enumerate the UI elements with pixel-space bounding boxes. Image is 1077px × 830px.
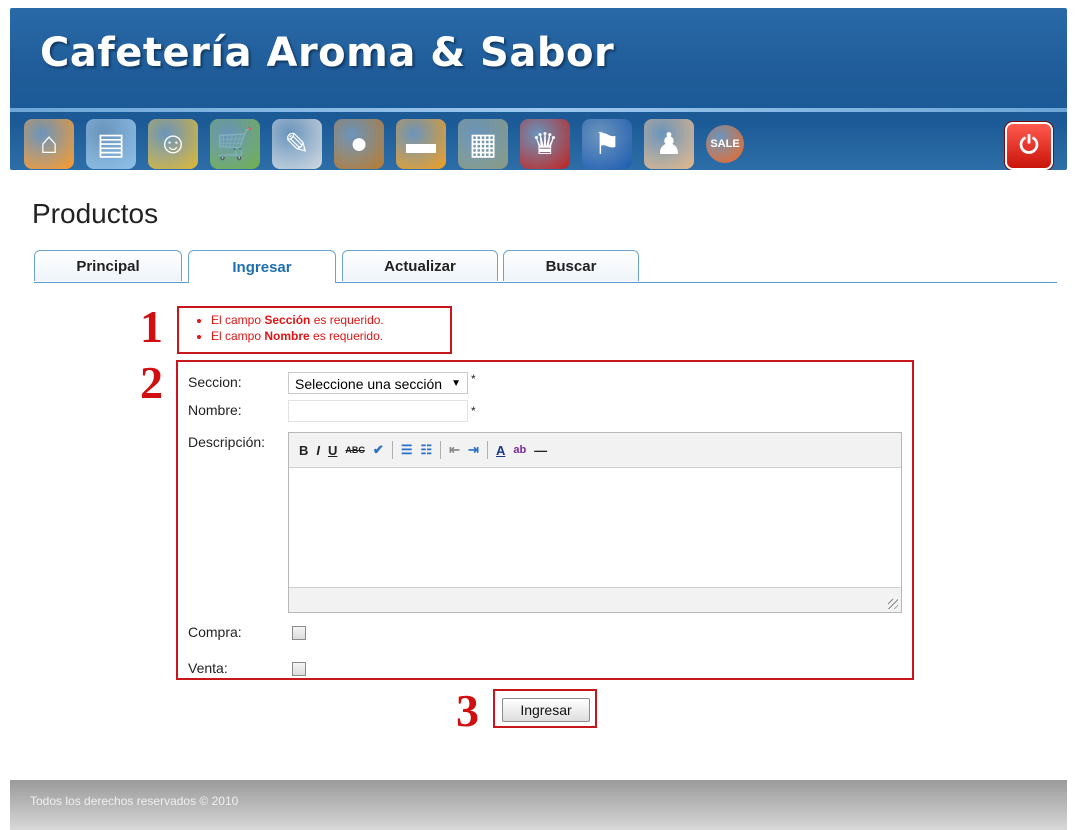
toolbar-separator bbox=[391, 441, 393, 459]
icon-glyph: 🛒 bbox=[216, 127, 254, 161]
people-icon[interactable]: ☺ bbox=[148, 119, 198, 169]
flag-icon[interactable]: ⚑ bbox=[582, 119, 632, 169]
italic-button[interactable]: I bbox=[316, 443, 320, 458]
error-field: Nombre bbox=[264, 329, 310, 343]
cash-register-icon[interactable]: ▤ bbox=[86, 119, 136, 169]
annotation-number-3: 3 bbox=[456, 685, 479, 736]
error-field: Sección bbox=[264, 313, 311, 327]
horizontal-rule-button[interactable]: — bbox=[534, 443, 547, 458]
icon-glyph: ▦ bbox=[468, 127, 498, 161]
site-header: Cafetería Aroma & Sabor ⌂ ▤ ☺ 🛒 ✎ ● ▬ ▦ ♛ ⚑ ♟ SALE … bbox=[10, 8, 1067, 170]
product-form: Seccion: Seleccione una sección ▼ * Nomb… bbox=[176, 360, 914, 680]
tab-principal[interactable]: Principal bbox=[34, 250, 182, 281]
icon-glyph: ⌂ bbox=[39, 127, 59, 160]
rich-text-editor: B I U ABC ✔ ☰ ☷ ⇤ ⇥ A ab — bbox=[288, 432, 902, 613]
error-item: El campo Nombre es requerido. bbox=[211, 328, 450, 344]
icon-glyph: ✎ bbox=[284, 127, 310, 161]
truck-icon[interactable]: ▬ bbox=[396, 119, 446, 169]
editor-toolbar: B I U ABC ✔ ☰ ☷ ⇤ ⇥ A ab — bbox=[289, 433, 901, 468]
editor-statusbar bbox=[289, 587, 901, 612]
strikethrough-button[interactable]: ABC bbox=[345, 445, 365, 455]
shopping-cart-icon[interactable]: 🛒 bbox=[210, 119, 260, 169]
users-icon[interactable]: ♟ bbox=[644, 119, 694, 169]
icon-glyph: ♛ bbox=[531, 127, 559, 161]
main-icon-bar: ⌂ ▤ ☺ 🛒 ✎ ● ▬ ▦ ♛ ⚑ ♟ SALE bbox=[24, 116, 744, 170]
required-marker: * bbox=[471, 372, 476, 386]
venta-label: Venta: bbox=[188, 660, 228, 676]
outdent-icon[interactable]: ⇤ bbox=[449, 442, 460, 458]
ingresar-button[interactable]: Ingresar bbox=[502, 698, 590, 722]
seccion-select[interactable]: Seleccione una sección ▼ bbox=[288, 372, 468, 394]
checklist-icon[interactable]: ✎ bbox=[272, 119, 322, 169]
bulleted-list-icon[interactable]: ☰ bbox=[401, 442, 413, 458]
power-glyph: ⏻ bbox=[1019, 132, 1039, 159]
icon-glyph: ☺ bbox=[157, 127, 189, 160]
annotation-number-1: 1 bbox=[140, 301, 163, 352]
site-footer: Todos los derechos reservados © 2010 bbox=[10, 780, 1067, 830]
spellcheck-icon[interactable]: ✔ bbox=[373, 442, 384, 458]
tab-ingresar[interactable]: Ingresar bbox=[188, 250, 336, 283]
chevron-down-icon: ▼ bbox=[451, 378, 461, 389]
toolbar-separator bbox=[440, 441, 442, 459]
bold-button[interactable]: B bbox=[299, 443, 308, 458]
error-text: El campo bbox=[211, 313, 265, 327]
cabinet-icon[interactable]: ▦ bbox=[458, 119, 508, 169]
icon-glyph: ♟ bbox=[655, 127, 683, 161]
tab-bar: Principal Ingresar Actualizar Buscar bbox=[34, 250, 1057, 283]
error-list: El campo Sección es requerido. El campo … bbox=[179, 312, 450, 344]
nombre-input[interactable] bbox=[288, 400, 468, 422]
nombre-label: Nombre: bbox=[188, 402, 242, 418]
tab-actualizar[interactable]: Actualizar bbox=[342, 250, 498, 281]
compra-checkbox[interactable] bbox=[292, 626, 306, 640]
error-text: es requerido. bbox=[309, 329, 384, 343]
font-color-button[interactable]: A bbox=[496, 443, 505, 458]
icon-glyph: ▤ bbox=[96, 127, 126, 161]
venta-checkbox[interactable] bbox=[292, 662, 306, 676]
error-text: El campo bbox=[211, 329, 265, 343]
icon-glyph: ● bbox=[349, 127, 369, 160]
samurai-mask-icon[interactable]: ♛ bbox=[520, 119, 570, 169]
icon-glyph: ⚑ bbox=[593, 127, 621, 161]
page-title: Productos bbox=[32, 198, 159, 229]
numbered-list-icon[interactable]: ☷ bbox=[420, 442, 432, 458]
site-title: Cafetería Aroma & Sabor bbox=[40, 30, 615, 76]
toolbar-separator bbox=[486, 441, 488, 459]
underline-button[interactable]: U bbox=[328, 443, 337, 458]
muffin-icon[interactable]: ● bbox=[334, 119, 384, 169]
descripcion-label: Descripción: bbox=[188, 434, 266, 450]
indent-icon[interactable]: ⇥ bbox=[468, 442, 479, 458]
icon-glyph: ▬ bbox=[406, 127, 436, 160]
annotation-number-2: 2 bbox=[140, 357, 163, 408]
compra-label: Compra: bbox=[188, 624, 242, 640]
sale-icon[interactable]: SALE bbox=[706, 125, 744, 163]
icon-glyph: SALE bbox=[710, 138, 740, 150]
error-text: es requerido. bbox=[310, 313, 384, 327]
resize-handle-icon[interactable] bbox=[888, 599, 898, 609]
error-item: El campo Sección es requerido. bbox=[211, 312, 450, 328]
seccion-label: Seccion: bbox=[188, 374, 242, 390]
tab-buscar[interactable]: Buscar bbox=[503, 250, 639, 281]
validation-error-box: El campo Sección es requerido. El campo … bbox=[177, 306, 452, 354]
highlight-color-button[interactable]: ab bbox=[513, 444, 526, 456]
power-off-icon[interactable]: ⏻ bbox=[1005, 122, 1053, 170]
copyright-text: Todos los derechos reservados © 2010 bbox=[30, 794, 239, 808]
home-icon[interactable]: ⌂ bbox=[24, 119, 74, 169]
seccion-selected-value: Seleccione una sección bbox=[295, 376, 443, 392]
description-textarea[interactable] bbox=[289, 468, 901, 586]
required-marker: * bbox=[471, 404, 476, 418]
submit-highlight-box: Ingresar bbox=[493, 689, 597, 728]
